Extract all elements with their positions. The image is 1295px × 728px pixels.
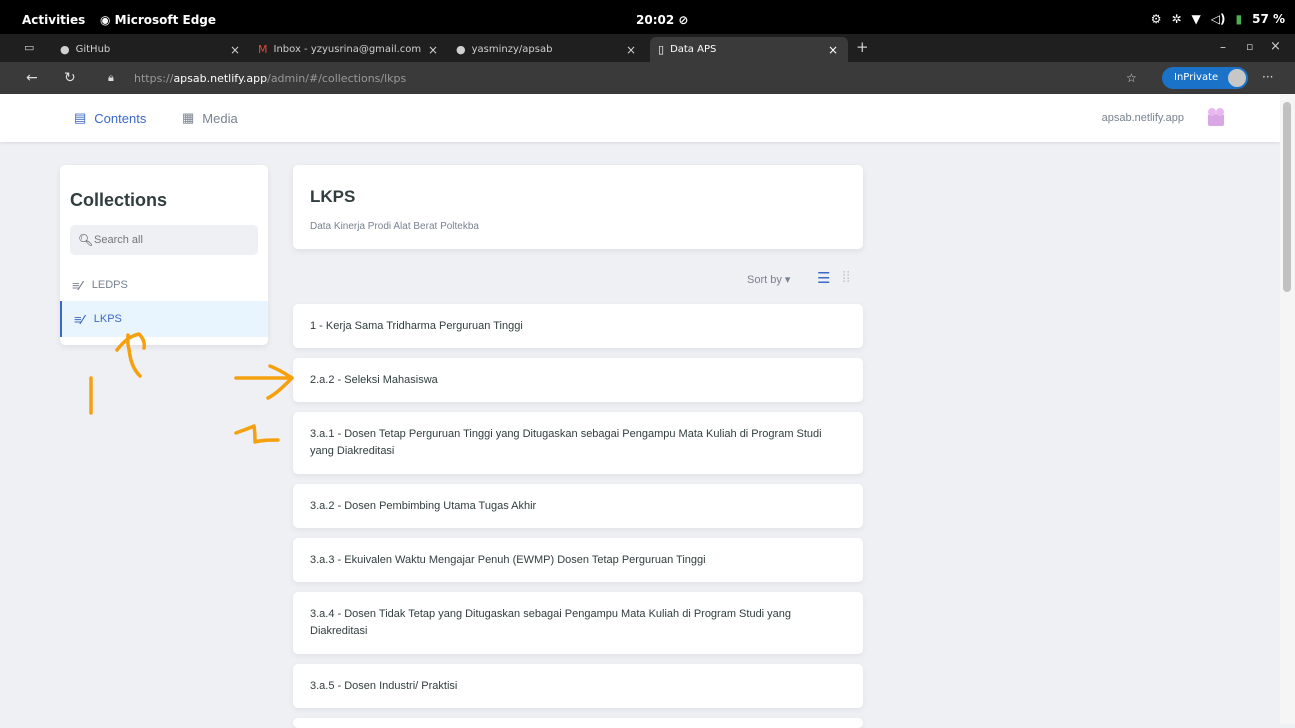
system-tray[interactable]: ⚙ ✲ ▼ ◁) ▮ 57 % [1151, 12, 1285, 26]
app-name: Microsoft Edge [114, 13, 217, 27]
address-bar-row: ← ↻ 🔒︎ https://apsab.netlify.app/admin/#… [0, 62, 1295, 94]
battery-icon: ▮ [1235, 12, 1243, 26]
close-icon[interactable]: × [428, 43, 438, 57]
collection-icon: ≡∕ [74, 311, 84, 327]
collections-sidebar: Collections 🔍︎ ≡∕ LEDPS ≡∕ LKPS [60, 165, 268, 345]
entry-title: 3.a.2 - Dosen Pembimbing Utama Tugas Akh… [310, 499, 537, 512]
sidebar-item-ledps[interactable]: ≡∕ LEDPS [60, 267, 268, 303]
more-icon[interactable]: ··· [1262, 70, 1273, 84]
site-link[interactable]: apsab.netlify.app [1102, 112, 1184, 124]
tab-title: Data APS [670, 44, 717, 55]
collection-header: LKPS Data Kinerja Prodi Alat Berat Polte… [293, 165, 863, 249]
chevron-down-icon: ▾ [784, 274, 791, 286]
refresh-icon[interactable]: ↻ [64, 70, 76, 86]
close-icon[interactable]: × [626, 43, 636, 57]
tab-actions-icon[interactable]: ▭ [24, 41, 34, 54]
wifi-icon: ▼ [1191, 12, 1201, 26]
scrollbar-thumb[interactable] [1283, 102, 1291, 292]
tab-github-repo[interactable]: ● yasminzy/apsab × [448, 37, 646, 62]
search-input[interactable] [94, 225, 254, 255]
grid-view-icon[interactable]: ⁞⁞ [842, 269, 850, 286]
sidebar-item-label: LKPS [93, 313, 122, 325]
close-icon[interactable]: × [230, 43, 240, 57]
collection-description: Data Kinerja Prodi Alat Berat Poltekba [310, 221, 479, 232]
cms-header: ▤ Contents ▦ Media apsab.netlify.app [0, 94, 1280, 142]
annotation-hook [234, 424, 280, 444]
url-path: /admin/#/collections/lkps [267, 72, 407, 85]
tab-title: Inbox - yzyusrina@gmail.com [273, 44, 422, 55]
annotation-arrow-right [234, 364, 294, 400]
new-tab-icon[interactable]: + [856, 38, 869, 56]
edge-icon: ◉ [100, 13, 115, 27]
browser-tab-bar: ▭ ● GitHub × M Inbox - yzyusrina@gmail.c… [0, 34, 1295, 62]
battery-percent: 57 % [1252, 12, 1285, 26]
tab-data-aps[interactable]: ▯ Data APS × [650, 37, 848, 62]
clock[interactable]: 20:02 ⊘ [636, 13, 688, 27]
collection-toolbar: Sort by ▾ ☰ ⁞⁞ [293, 266, 863, 292]
profile-avatar [1228, 69, 1246, 87]
lock-icon[interactable]: 🔒︎ [108, 71, 114, 85]
github-icon: ● [456, 43, 466, 56]
volume-icon: ◁) [1210, 12, 1226, 26]
close-icon[interactable]: × [828, 43, 838, 57]
user-avatar-icon[interactable] [1206, 106, 1226, 128]
list-item[interactable] [293, 718, 863, 728]
entry-title: 3.a.4 - Dosen Tidak Tetap yang Ditugaska… [310, 608, 792, 637]
list-item[interactable]: 3.a.2 - Dosen Pembimbing Utama Tugas Akh… [293, 484, 863, 528]
document-icon: ▤ [74, 110, 87, 125]
nav-media[interactable]: ▦ Media [182, 110, 238, 126]
search-icon: 🔍︎ [78, 233, 94, 247]
image-icon: ▦ [182, 110, 195, 125]
tab-title: GitHub [75, 44, 111, 55]
nav-contents[interactable]: ▤ Contents [74, 110, 146, 126]
url-host: apsab.netlify.app [173, 72, 268, 85]
entry-title: 3.a.1 - Dosen Tetap Perguruan Tinggi yan… [310, 428, 822, 457]
url-prefix: https:// [134, 72, 174, 85]
restore-icon[interactable]: ▫ [1246, 40, 1253, 53]
favorites-icon[interactable]: ☆ [1126, 71, 1137, 85]
list-item[interactable]: 2.a.2 - Seleksi Mahasiswa [293, 358, 863, 402]
inprivate-label: InPrivate [1174, 72, 1219, 83]
app-menu[interactable]: ◉ Microsoft Edge [100, 13, 216, 27]
collection-title: LKPS [310, 187, 356, 206]
page-icon: ▯ [658, 43, 665, 56]
sidebar-item-lkps[interactable]: ≡∕ LKPS [60, 301, 268, 337]
settings-icon: ⚙ [1150, 12, 1162, 26]
list-view-icon[interactable]: ☰ [817, 269, 830, 287]
collection-icon: ≡∕ [72, 277, 82, 293]
dnd-icon: ⊘ [678, 13, 689, 27]
entry-title: 3.a.3 - Ekuivalen Waktu Mengajar Penuh (… [310, 553, 706, 566]
activities-button[interactable]: Activities [22, 13, 85, 27]
nav-media-label: Media [202, 110, 238, 126]
list-item[interactable]: 3.a.1 - Dosen Tetap Perguruan Tinggi yan… [293, 412, 863, 474]
brightness-icon: ✲ [1171, 12, 1182, 26]
sidebar-title: Collections [70, 190, 168, 210]
entry-title: 3.a.5 - Dosen Industri/ Praktisi [310, 679, 458, 692]
sort-dropdown[interactable]: Sort by ▾ [747, 273, 790, 286]
search-box[interactable]: 🔍︎ [70, 225, 258, 255]
tab-github[interactable]: ● GitHub × [52, 37, 250, 62]
list-item[interactable]: 3.a.4 - Dosen Tidak Tetap yang Ditugaska… [293, 592, 863, 654]
list-item[interactable]: 3.a.5 - Dosen Industri/ Praktisi [293, 664, 863, 708]
list-item[interactable]: 1 - Kerja Sama Tridharma Perguruan Tingg… [293, 304, 863, 348]
github-icon: ● [60, 43, 70, 56]
minimize-icon[interactable]: – [1220, 40, 1226, 54]
tab-title: yasminzy/apsab [471, 44, 553, 55]
window-close-icon[interactable]: × [1270, 39, 1281, 54]
entry-title: 1 - Kerja Sama Tridharma Perguruan Tingg… [310, 319, 523, 332]
address-input[interactable]: https://apsab.netlify.app/admin/#/collec… [134, 72, 406, 85]
inprivate-button[interactable]: InPrivate [1162, 67, 1248, 89]
sidebar-item-label: LEDPS [91, 279, 128, 291]
sort-label: Sort by [747, 274, 782, 286]
entry-title: 2.a.2 - Seleksi Mahasiswa [310, 373, 438, 386]
nav-contents-label: Contents [94, 110, 147, 126]
list-item[interactable]: 3.a.3 - Ekuivalen Waktu Mengajar Penuh (… [293, 538, 863, 582]
back-icon[interactable]: ← [26, 70, 38, 86]
gmail-icon: M [258, 43, 268, 56]
clock-time: 20:02 [636, 13, 675, 27]
system-top-bar: Activities ◉ Microsoft Edge 20:02 ⊘ ⚙ ✲ … [0, 0, 1295, 34]
page-scrollbar[interactable] [1280, 94, 1295, 724]
tab-gmail[interactable]: M Inbox - yzyusrina@gmail.com × [250, 37, 448, 62]
